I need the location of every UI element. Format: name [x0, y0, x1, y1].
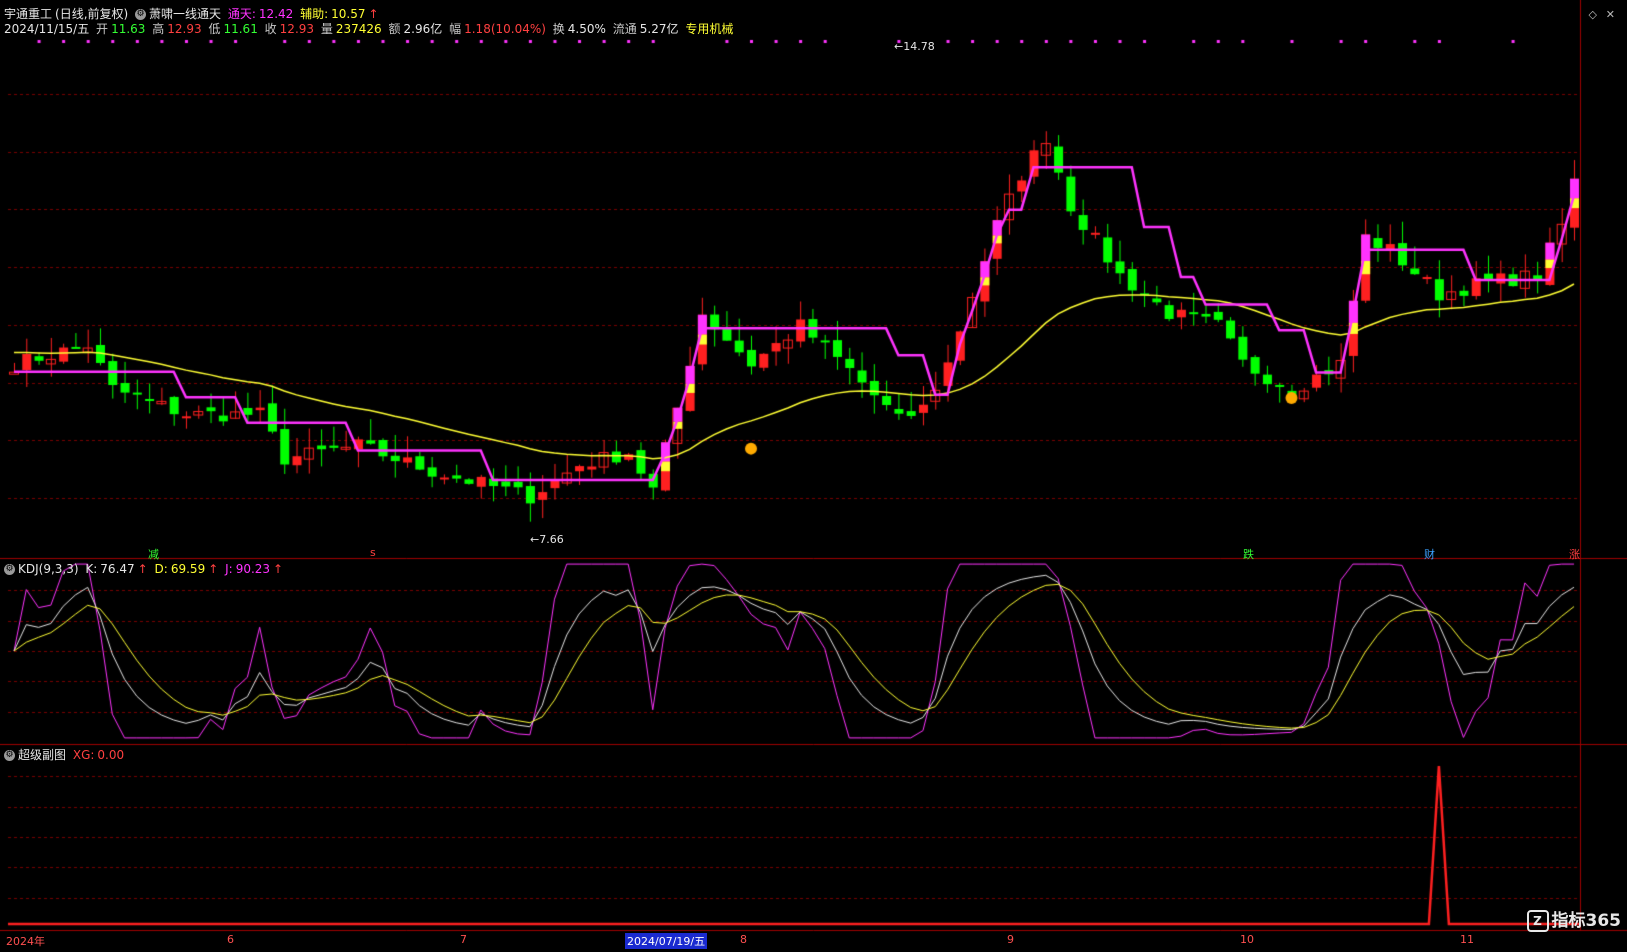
open-label: 开 — [96, 22, 109, 36]
title-bar: 宇通重工 (日线,前复权) ⚙ 萧啸一线通天 通天: 12.42 辅助: 10.57 ↑ — [4, 6, 382, 22]
x-axis-selected-date[interactable]: 2024/07/19/五 — [625, 933, 708, 949]
high-label: 高 — [152, 22, 165, 36]
kdj-d-arrow: ↑ — [208, 562, 219, 576]
kdj-d-value: 69.59 — [170, 562, 206, 576]
x-axis-label: 2024年 — [6, 935, 45, 948]
kdj-j-arrow: ↑ — [273, 562, 284, 576]
quote-date: 2024/11/15/五 — [4, 22, 90, 36]
close-icon[interactable]: ✕ — [1606, 8, 1615, 21]
open-value: 11.63 — [111, 22, 146, 36]
sector-label[interactable]: 专用机械 — [685, 22, 733, 36]
chart-canvas[interactable] — [0, 0, 1627, 952]
signal-label: 减 — [148, 548, 159, 561]
kdj-name[interactable]: KDJ(9,3,3) — [18, 562, 79, 576]
brand-text: 指标365 — [1551, 911, 1622, 931]
stock-name[interactable]: 宇通重工 — [4, 7, 52, 21]
indicator-name[interactable]: 萧啸一线通天 — [149, 7, 221, 21]
low-value: 11.61 — [223, 22, 258, 36]
sub-name[interactable]: 超级副图 — [18, 748, 66, 762]
high-marker: ←14.78 — [894, 40, 935, 53]
xg-label: XG: — [72, 748, 95, 762]
tongtian-value: 12.42 — [258, 7, 294, 21]
float-label: 流通 — [612, 22, 637, 36]
kdj-k-arrow: ↑ — [137, 562, 148, 576]
fuzhu-label: 辅助: — [300, 7, 329, 21]
xg-value: 0.00 — [97, 748, 125, 762]
brand-logo-icon: Z — [1526, 910, 1549, 932]
kdj-header: ⚙ KDJ(9,3,3) K: 76.47 ↑ D: 69.59 ↑ J: 90.23 ↑ — [4, 561, 286, 577]
signal-label: 跌 — [1243, 548, 1254, 561]
signal-label: s — [370, 546, 376, 559]
signal-label: 涨 — [1569, 548, 1580, 561]
brand-watermark: Z 指标365 — [1526, 906, 1622, 932]
low-marker: ←7.66 — [530, 533, 564, 546]
sub-header: ⚙ 超级副图 XG: 0.00 — [4, 747, 127, 763]
amount-value: 2.96亿 — [403, 22, 443, 36]
close-value: 12.93 — [279, 22, 315, 36]
gear-icon[interactable]: ⚙ — [4, 564, 15, 575]
kdj-j-label: J: — [225, 562, 233, 576]
x-axis-label: 11 — [1460, 933, 1474, 946]
high-marker-value: 14.78 — [903, 40, 935, 53]
tongtian-label: 通天: — [227, 7, 256, 21]
fuzhu-value: 10.57 — [331, 7, 366, 21]
kdj-k-value: 76.47 — [100, 562, 135, 576]
low-marker-value: 7.66 — [539, 533, 564, 546]
kdj-k-label: K: — [85, 562, 98, 576]
turnover-value: 4.50% — [567, 22, 606, 36]
x-axis-label: 9 — [1007, 933, 1014, 946]
volume-label: 量 — [320, 22, 333, 36]
turnover-label: 换 — [552, 22, 565, 36]
gear-icon[interactable]: ⚙ — [135, 9, 147, 20]
change-value: 1.18(10.04%) — [464, 22, 546, 36]
kdj-j-value: 90.23 — [235, 562, 271, 576]
period-label[interactable]: (日线,前复权) — [55, 7, 128, 21]
fuzhu-arrow: ↑ — [368, 7, 379, 21]
x-axis-label: 7 — [460, 933, 467, 946]
x-axis-label: 6 — [227, 933, 234, 946]
x-axis-label: 10 — [1240, 933, 1254, 946]
volume-value: 237426 — [335, 22, 382, 36]
quote-bar: 2024/11/15/五 开 11.63 高 12.93 低 11.61 收 12.93… — [4, 21, 736, 37]
signal-label: 财 — [1424, 548, 1435, 561]
change-label: 幅 — [449, 22, 462, 36]
float-value: 5.27亿 — [639, 22, 679, 36]
gear-icon[interactable]: ⚙ — [4, 750, 15, 761]
diamond-icon[interactable]: ◇ — [1589, 8, 1597, 21]
high-value: 12.93 — [167, 22, 202, 36]
low-label: 低 — [208, 22, 221, 36]
x-axis-label: 8 — [740, 933, 747, 946]
close-label: 收 — [264, 22, 277, 36]
kdj-d-label: D: — [154, 562, 168, 576]
amount-label: 额 — [388, 22, 401, 36]
